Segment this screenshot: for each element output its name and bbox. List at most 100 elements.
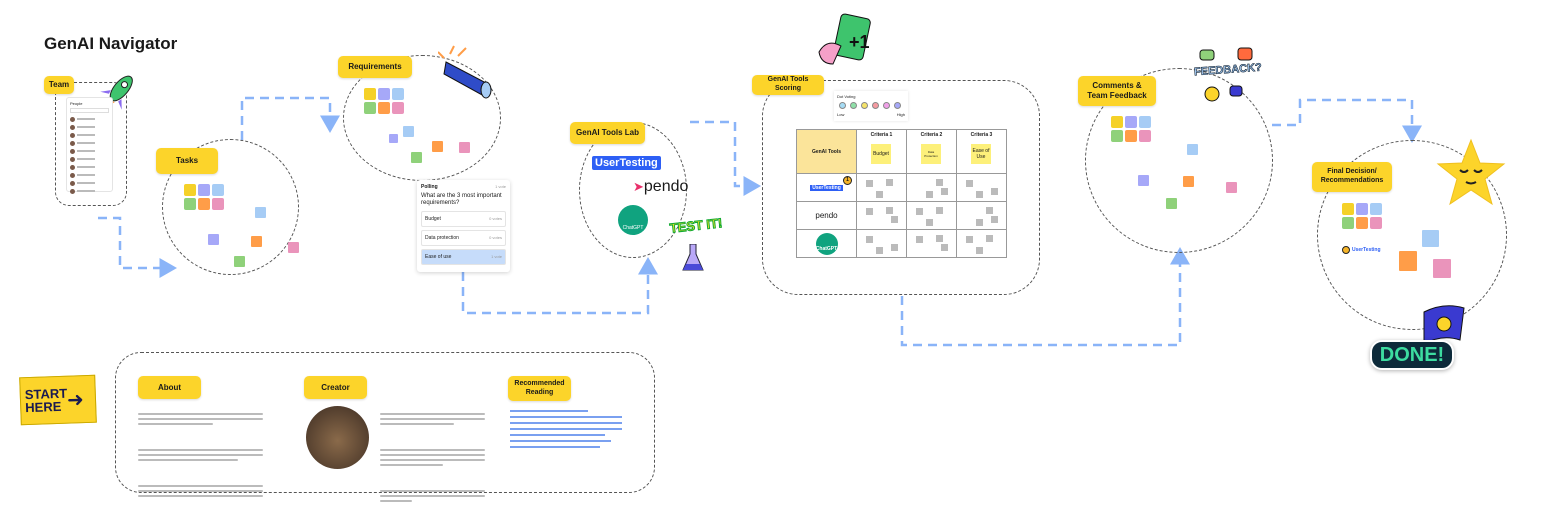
sticky-note[interactable] bbox=[403, 126, 414, 137]
person-row[interactable] bbox=[70, 171, 109, 179]
score-sticky[interactable] bbox=[941, 188, 948, 195]
arrow-right-icon: ➜ bbox=[66, 388, 85, 412]
score-sticky[interactable] bbox=[926, 219, 933, 226]
avatar bbox=[70, 172, 75, 178]
score-sticky[interactable] bbox=[891, 244, 898, 251]
score-sticky[interactable] bbox=[976, 247, 983, 254]
person-row[interactable] bbox=[70, 163, 109, 171]
sticky-note[interactable] bbox=[1433, 259, 1451, 278]
award-badge-icon bbox=[1342, 246, 1350, 254]
creator-avatar bbox=[306, 406, 369, 469]
sticky-note[interactable] bbox=[208, 234, 219, 245]
vote-dot[interactable] bbox=[872, 102, 879, 109]
score-sticky[interactable] bbox=[866, 180, 873, 187]
vote-dot[interactable] bbox=[883, 102, 890, 109]
sticky-note[interactable] bbox=[255, 207, 266, 218]
vote-dot[interactable] bbox=[839, 102, 846, 109]
arrow-team-tasks bbox=[98, 216, 177, 278]
megaphone-icon bbox=[437, 44, 502, 100]
sticky-note[interactable] bbox=[288, 242, 299, 253]
score-sticky[interactable] bbox=[936, 179, 943, 186]
score-sticky[interactable] bbox=[866, 208, 873, 215]
poll-option[interactable]: Budget 0 votes bbox=[421, 211, 506, 228]
hand-sticker: +1 bbox=[815, 12, 875, 72]
chatgpt-logo: ChatGPT bbox=[618, 205, 648, 235]
score-sticky[interactable] bbox=[886, 207, 893, 214]
vote-dot[interactable] bbox=[894, 102, 901, 109]
people-list bbox=[70, 115, 109, 195]
person-row[interactable] bbox=[70, 123, 109, 131]
sticky-note[interactable] bbox=[1187, 144, 1198, 155]
score-cell bbox=[906, 173, 957, 202]
sticky-note[interactable] bbox=[459, 142, 470, 153]
avatar bbox=[70, 164, 75, 170]
poll-option[interactable]: Data protection 0 votes bbox=[421, 230, 506, 247]
sticky-palette bbox=[364, 88, 404, 114]
svg-text:+1: +1 bbox=[849, 32, 870, 52]
poll-option[interactable]: Ease of use 1 vote bbox=[421, 249, 506, 266]
score-sticky[interactable] bbox=[966, 180, 973, 187]
sticky-note[interactable] bbox=[1399, 251, 1417, 271]
score-sticky[interactable] bbox=[976, 191, 983, 198]
score-sticky[interactable] bbox=[941, 244, 948, 251]
score-sticky[interactable] bbox=[891, 216, 898, 223]
avatar bbox=[70, 132, 75, 138]
score-sticky[interactable] bbox=[876, 247, 883, 254]
sticky-note[interactable] bbox=[1422, 230, 1439, 247]
poll-question: What are the 3 most important requiremen… bbox=[421, 193, 502, 207]
criteria-3: Criteria 3 Ease of Use bbox=[956, 129, 1007, 174]
row-chatgpt: ChatGPT bbox=[796, 229, 857, 258]
vote-dot[interactable] bbox=[850, 102, 857, 109]
sticky-note[interactable] bbox=[1226, 182, 1237, 193]
scoring-table: GenAI Tools Criteria 1 Budget Criteria 2D… bbox=[796, 129, 1007, 258]
vote-dot[interactable] bbox=[861, 102, 868, 109]
person-row[interactable] bbox=[70, 187, 109, 195]
sticky-note[interactable] bbox=[411, 152, 422, 163]
score-sticky[interactable] bbox=[926, 191, 933, 198]
sticky-note[interactable] bbox=[1183, 176, 1194, 187]
score-sticky[interactable] bbox=[986, 235, 993, 242]
person-row[interactable] bbox=[70, 179, 109, 187]
avatar bbox=[70, 148, 75, 154]
team-panel-title: People bbox=[70, 101, 83, 106]
score-sticky[interactable] bbox=[876, 191, 883, 198]
team-search[interactable] bbox=[70, 108, 109, 113]
person-row[interactable] bbox=[70, 131, 109, 139]
usertesting-logo: UserTesting bbox=[592, 156, 661, 170]
person-row[interactable] bbox=[70, 147, 109, 155]
score-sticky[interactable] bbox=[991, 188, 998, 195]
sticky-note[interactable] bbox=[1138, 175, 1149, 186]
scoring-label: GenAI Tools Scoring bbox=[752, 75, 824, 95]
row-usertesting: UserTesting 1 bbox=[796, 173, 857, 202]
criteria-note: Data Protection bbox=[921, 144, 941, 164]
score-sticky[interactable] bbox=[936, 207, 943, 214]
start-here-sign: START HERE ➜ bbox=[19, 374, 97, 426]
team-label: Team bbox=[44, 76, 74, 94]
score-sticky[interactable] bbox=[886, 179, 893, 186]
sticky-note[interactable] bbox=[234, 256, 245, 267]
score-sticky[interactable] bbox=[986, 207, 993, 214]
reading-label: Recommended Reading bbox=[508, 376, 571, 401]
score-sticky[interactable] bbox=[866, 236, 873, 243]
arrow-lab-scoring bbox=[690, 120, 761, 196]
score-sticky[interactable] bbox=[991, 216, 998, 223]
dot-voting-card: Dot Voting Low High bbox=[834, 91, 908, 121]
row-pendo: pendo bbox=[796, 201, 857, 230]
score-sticky[interactable] bbox=[936, 235, 943, 242]
score-sticky[interactable] bbox=[976, 219, 983, 226]
reading-links[interactable] bbox=[510, 406, 622, 452]
sticky-note[interactable] bbox=[251, 236, 262, 247]
poll-votes: 1 vote bbox=[495, 184, 506, 189]
sticky-note[interactable] bbox=[432, 141, 443, 152]
score-sticky[interactable] bbox=[916, 208, 923, 215]
person-row[interactable] bbox=[70, 155, 109, 163]
creator-label: Creator bbox=[304, 376, 367, 399]
score-sticky[interactable] bbox=[916, 236, 923, 243]
person-row[interactable] bbox=[70, 115, 109, 123]
score-sticky[interactable] bbox=[966, 236, 973, 243]
done-sticker: DONE! bbox=[1370, 340, 1454, 370]
sticky-note[interactable] bbox=[1166, 198, 1177, 209]
final-label: Final Decision/ Recommendations bbox=[1312, 162, 1392, 192]
sticky-note[interactable] bbox=[389, 134, 398, 143]
person-row[interactable] bbox=[70, 139, 109, 147]
